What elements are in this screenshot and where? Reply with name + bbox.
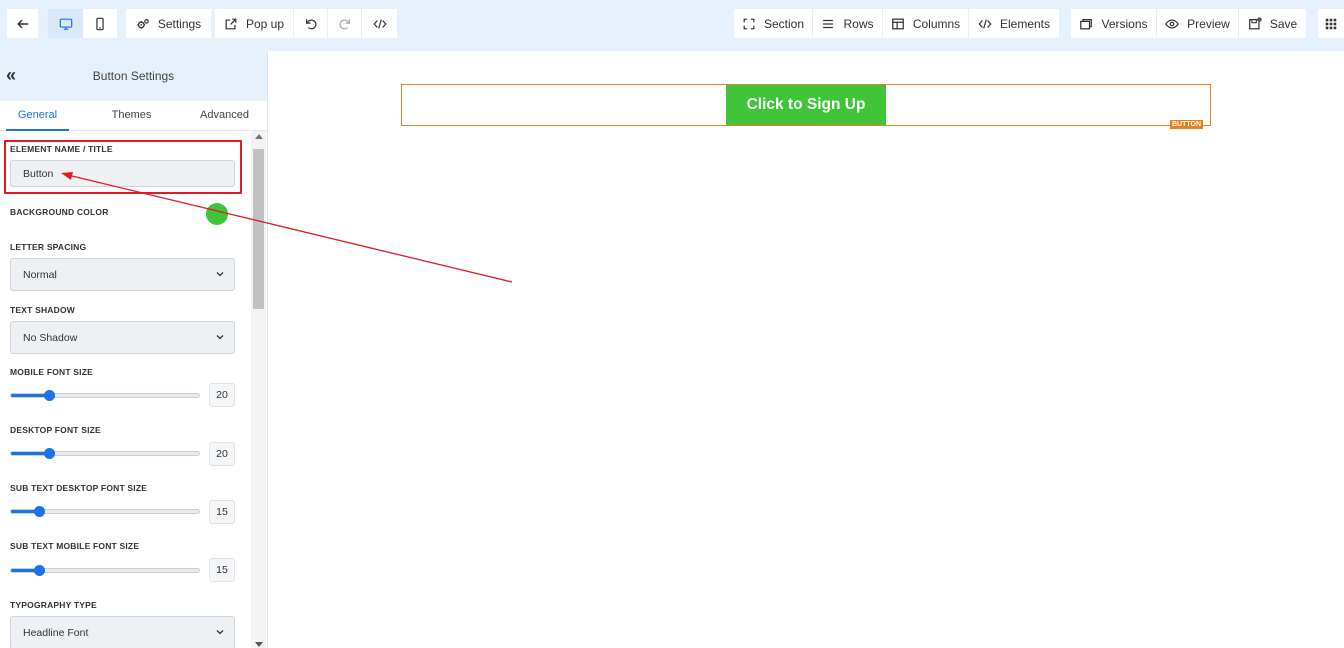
section-button[interactable]: Section <box>734 9 812 38</box>
slider-thumb[interactable] <box>34 506 46 517</box>
desktop-font-size-value[interactable]: 20 <box>209 442 235 466</box>
preview-button[interactable]: Preview <box>1156 9 1238 38</box>
versions-label: Versions <box>1101 16 1148 31</box>
rows-button[interactable]: Rows <box>812 9 882 38</box>
mobile-font-size-value[interactable]: 20 <box>209 383 235 407</box>
letter-spacing-select[interactable]: Normal <box>10 258 235 291</box>
settings-panel: « Button Settings General Themes Advance… <box>0 51 268 648</box>
settings-button[interactable]: Settings <box>126 9 211 38</box>
slider-thumb[interactable] <box>43 390 55 401</box>
panel-header: « Button Settings <box>0 51 267 101</box>
sub-text-desktop-font-size-label: SUB TEXT DESKTOP FONT SIZE <box>10 483 148 493</box>
panel-tabs: General Themes Advanced <box>0 101 267 131</box>
scroll-up-arrow-icon[interactable] <box>255 134 263 139</box>
panel-scrollbar[interactable] <box>251 131 266 648</box>
sub-text-mobile-font-size-slider[interactable] <box>10 565 200 576</box>
mobile-icon <box>96 17 104 30</box>
undo-button[interactable] <box>293 9 327 38</box>
save-icon <box>1248 16 1262 29</box>
eye-icon <box>1165 18 1179 29</box>
redo-icon <box>339 18 350 29</box>
general-fields: ELEMENT NAME / TITLE Button BACKGROUND C… <box>0 131 250 648</box>
tab-general[interactable]: General <box>6 109 69 121</box>
editor-canvas <box>268 51 1344 648</box>
text-shadow-select[interactable]: No Shadow <box>10 321 235 354</box>
code-icon <box>978 18 992 29</box>
background-color-swatch[interactable] <box>206 203 228 225</box>
gears-icon <box>137 18 149 29</box>
sub-text-mobile-font-size-label: SUB TEXT MOBILE FONT SIZE <box>10 541 140 551</box>
slider-fill <box>11 452 49 455</box>
text-shadow-value: No Shadow <box>23 331 78 344</box>
versions-button[interactable]: Versions <box>1071 9 1156 38</box>
tab-themes[interactable]: Themes <box>100 109 163 121</box>
desktop-font-size-label: DESKTOP FONT SIZE <box>10 425 101 435</box>
annotation-highlight-box <box>4 140 242 194</box>
panel-title: Button Settings <box>92 69 175 83</box>
sign-up-button[interactable]: Click to Sign Up <box>726 85 886 125</box>
slider-thumb[interactable] <box>43 448 55 459</box>
section-label: Section <box>763 16 805 31</box>
expand-corners-icon <box>743 18 755 29</box>
desktop-font-size-slider[interactable] <box>10 448 200 459</box>
sub-text-desktop-font-size-slider[interactable] <box>10 506 200 517</box>
scroll-down-arrow-icon[interactable] <box>255 642 263 647</box>
code-button[interactable] <box>361 9 397 38</box>
rows-icon <box>823 19 834 28</box>
popup-label: Pop up <box>245 16 285 31</box>
columns-button[interactable]: Columns <box>882 9 968 38</box>
typography-type-label: TYPOGRAPHY TYPE <box>10 600 97 610</box>
sub-text-mobile-font-size-value[interactable]: 15 <box>209 558 235 582</box>
chevron-down-icon <box>216 335 224 340</box>
elements-label: Elements <box>999 16 1051 31</box>
popup-button[interactable]: Pop up <box>215 9 293 38</box>
desktop-icon <box>59 18 72 30</box>
save-label: Save <box>1269 16 1298 31</box>
chevron-down-icon <box>216 272 224 277</box>
typography-type-value: Headline Font <box>23 626 89 639</box>
columns-icon <box>891 18 904 29</box>
preview-label: Preview <box>1187 16 1230 31</box>
elements-button[interactable]: Elements <box>968 9 1059 38</box>
redo-button[interactable] <box>327 9 361 38</box>
slider-thumb[interactable] <box>34 565 46 576</box>
mobile-view-button[interactable] <box>83 9 117 38</box>
letter-spacing-label: LETTER SPACING <box>10 242 87 252</box>
apps-menu-button[interactable] <box>1318 9 1344 38</box>
back-button[interactable] <box>7 9 38 38</box>
letter-spacing-value: Normal <box>23 268 57 281</box>
background-color-label: BACKGROUND COLOR <box>10 207 109 217</box>
versions-icon <box>1080 18 1093 29</box>
top-toolbar: Settings Pop up Section Rows Columns Ele… <box>0 0 1344 51</box>
arrow-left-icon <box>16 19 28 28</box>
chevron-down-icon <box>216 630 224 635</box>
undo-icon <box>305 18 316 29</box>
slider-fill <box>11 394 49 397</box>
mobile-font-size-label: MOBILE FONT SIZE <box>10 367 94 377</box>
external-link-icon <box>225 18 237 29</box>
save-button[interactable]: Save <box>1238 9 1306 38</box>
sub-text-desktop-font-size-value[interactable]: 15 <box>209 500 235 524</box>
rows-label: Rows <box>843 16 874 31</box>
code-icon <box>372 18 387 29</box>
grid-icon <box>1325 18 1337 29</box>
scrollbar-thumb[interactable] <box>253 149 264 309</box>
text-shadow-label: TEXT SHADOW <box>10 305 76 315</box>
tab-advanced[interactable]: Advanced <box>193 109 256 121</box>
desktop-view-button[interactable] <box>48 9 83 38</box>
settings-label: Settings <box>157 16 202 31</box>
element-type-tag: BUTTON <box>1170 120 1204 129</box>
columns-label: Columns <box>912 16 961 31</box>
typography-type-select[interactable]: Headline Font <box>10 616 235 648</box>
mobile-font-size-slider[interactable] <box>10 390 200 401</box>
